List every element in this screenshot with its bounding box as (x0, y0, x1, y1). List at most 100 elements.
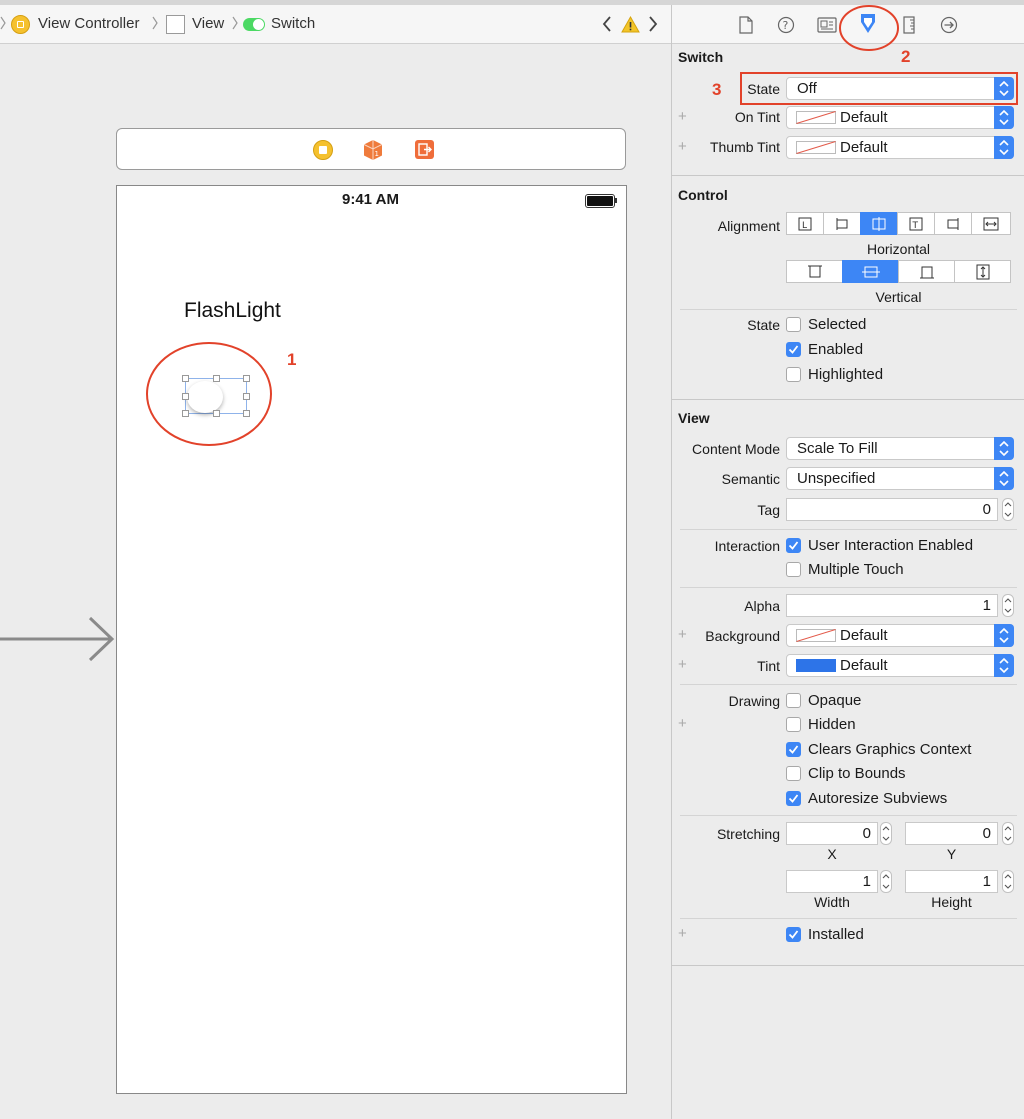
breadcrumb-chevron-icon (0, 16, 6, 30)
tint-popup[interactable]: Default (786, 654, 1014, 677)
popup-arrows-icon (994, 654, 1014, 677)
flashlight-label[interactable]: FlashLight (184, 299, 281, 323)
view-section-title: View (678, 410, 710, 426)
enabled-checkbox[interactable] (786, 342, 801, 357)
on-tint-popup[interactable]: Default (786, 106, 1014, 129)
valign-bottom-segment[interactable] (898, 260, 955, 283)
user-interaction-label: User Interaction Enabled (808, 537, 974, 554)
clears-graphics-checkbox[interactable] (786, 742, 801, 757)
stretch-y-value: 0 (982, 825, 991, 842)
row-divider (680, 529, 1017, 530)
previous-issue-chevron-icon[interactable] (602, 16, 612, 35)
popup-arrows-icon (994, 437, 1014, 460)
file-inspector-icon[interactable] (739, 16, 753, 37)
add-variation-icon[interactable]: + (678, 138, 687, 155)
installed-checkbox[interactable] (786, 927, 801, 942)
add-variation-icon[interactable]: + (678, 656, 687, 673)
stretch-width-field[interactable]: 1 (786, 870, 878, 893)
align-center-segment[interactable] (860, 212, 898, 235)
background-popup[interactable]: Default (786, 624, 1014, 647)
next-issue-chevron-icon[interactable] (648, 16, 658, 35)
breadcrumb-view[interactable]: View (192, 5, 224, 43)
iphone-scene[interactable]: 9:41 AM FlashLight (116, 185, 627, 1094)
valign-center-segment[interactable] (842, 260, 899, 283)
control-state-label: State (747, 317, 780, 333)
vertical-label: Vertical (875, 289, 922, 305)
alpha-stepper[interactable] (1002, 594, 1014, 617)
autoresize-checkbox[interactable] (786, 791, 801, 806)
add-variation-icon[interactable]: + (678, 715, 687, 732)
stretch-height-value: 1 (982, 873, 991, 890)
tag-stepper[interactable] (1002, 498, 1014, 521)
stretch-height-label: Height (931, 894, 972, 910)
tag-field[interactable]: 0 (786, 498, 998, 521)
autoresize-label: Autoresize Subviews (808, 790, 948, 807)
user-interaction-checkbox[interactable] (786, 538, 801, 553)
alpha-label: Alpha (744, 598, 780, 614)
align-leading-segment[interactable] (823, 212, 861, 235)
on-tint-value: Default (840, 109, 888, 126)
annotation-ellipse-switch (146, 342, 272, 446)
stretch-width-label: Width (814, 894, 850, 910)
stretch-height-stepper[interactable] (1002, 870, 1014, 893)
opaque-checkbox[interactable] (786, 693, 801, 708)
switch-state-value: Off (797, 80, 817, 97)
add-variation-icon[interactable]: + (678, 925, 687, 942)
thumb-tint-popup[interactable]: Default (786, 136, 1014, 159)
tint-value: Default (840, 657, 888, 674)
breadcrumb-switch[interactable]: Switch (271, 5, 315, 43)
control-section-title: Control (678, 187, 728, 203)
align-trailing-text-segment[interactable]: T (897, 212, 935, 235)
align-fill-segment[interactable] (971, 212, 1011, 235)
semantic-popup[interactable]: Unspecified (786, 467, 1014, 490)
hidden-checkbox[interactable] (786, 717, 801, 732)
switch-state-popup[interactable]: Off (786, 77, 1014, 100)
exit-icon[interactable] (415, 140, 434, 159)
quick-help-icon[interactable]: ? (777, 16, 795, 37)
content-mode-label: Content Mode (692, 441, 780, 457)
no-color-swatch-icon (796, 141, 836, 154)
alpha-field[interactable]: 1 (786, 594, 998, 617)
popup-arrows-icon (994, 136, 1014, 159)
stretch-y-label: Y (946, 846, 957, 862)
add-variation-icon[interactable]: + (678, 626, 687, 643)
battery-icon (585, 194, 615, 208)
valign-fill-segment[interactable] (954, 260, 1011, 283)
valign-top-segment[interactable] (786, 260, 843, 283)
stretch-height-field[interactable]: 1 (905, 870, 998, 893)
first-responder-icon[interactable]: 1 (363, 139, 383, 164)
stretch-x-label: X (827, 846, 837, 862)
row-divider (680, 918, 1017, 919)
selected-label: Selected (808, 316, 867, 333)
identity-inspector-icon[interactable] (817, 17, 837, 36)
view-controller-icon[interactable] (313, 140, 333, 160)
initial-scene-arrow-icon (0, 616, 115, 662)
connections-inspector-icon[interactable] (940, 16, 958, 37)
stretch-width-stepper[interactable] (880, 870, 892, 893)
multiple-touch-checkbox[interactable] (786, 562, 801, 577)
align-left-segment[interactable]: L (786, 212, 824, 235)
stretch-y-stepper[interactable] (1002, 822, 1014, 845)
align-right-segment[interactable] (934, 212, 972, 235)
svg-text:L: L (802, 221, 807, 231)
stretch-x-field[interactable]: 0 (786, 822, 878, 845)
highlighted-checkbox[interactable] (786, 367, 801, 382)
section-divider (672, 175, 1024, 176)
popup-arrows-icon (994, 77, 1014, 100)
switch-state-label: State (747, 81, 780, 97)
content-mode-popup[interactable]: Scale To Fill (786, 437, 1014, 460)
tag-label: Tag (757, 502, 780, 518)
thumb-tint-label: Thumb Tint (709, 139, 780, 155)
breadcrumb-view-controller[interactable]: View Controller (38, 5, 139, 43)
warning-icon[interactable] (621, 15, 640, 36)
size-inspector-icon[interactable] (903, 16, 915, 37)
interaction-label: Interaction (714, 538, 780, 554)
add-variation-icon[interactable]: + (678, 108, 687, 125)
stretch-y-field[interactable]: 0 (905, 822, 998, 845)
stretch-x-stepper[interactable] (880, 822, 892, 845)
clip-to-bounds-checkbox[interactable] (786, 766, 801, 781)
selected-checkbox[interactable] (786, 317, 801, 332)
view-icon (166, 15, 185, 34)
drawing-label: Drawing (728, 693, 780, 709)
row-divider (680, 587, 1017, 588)
